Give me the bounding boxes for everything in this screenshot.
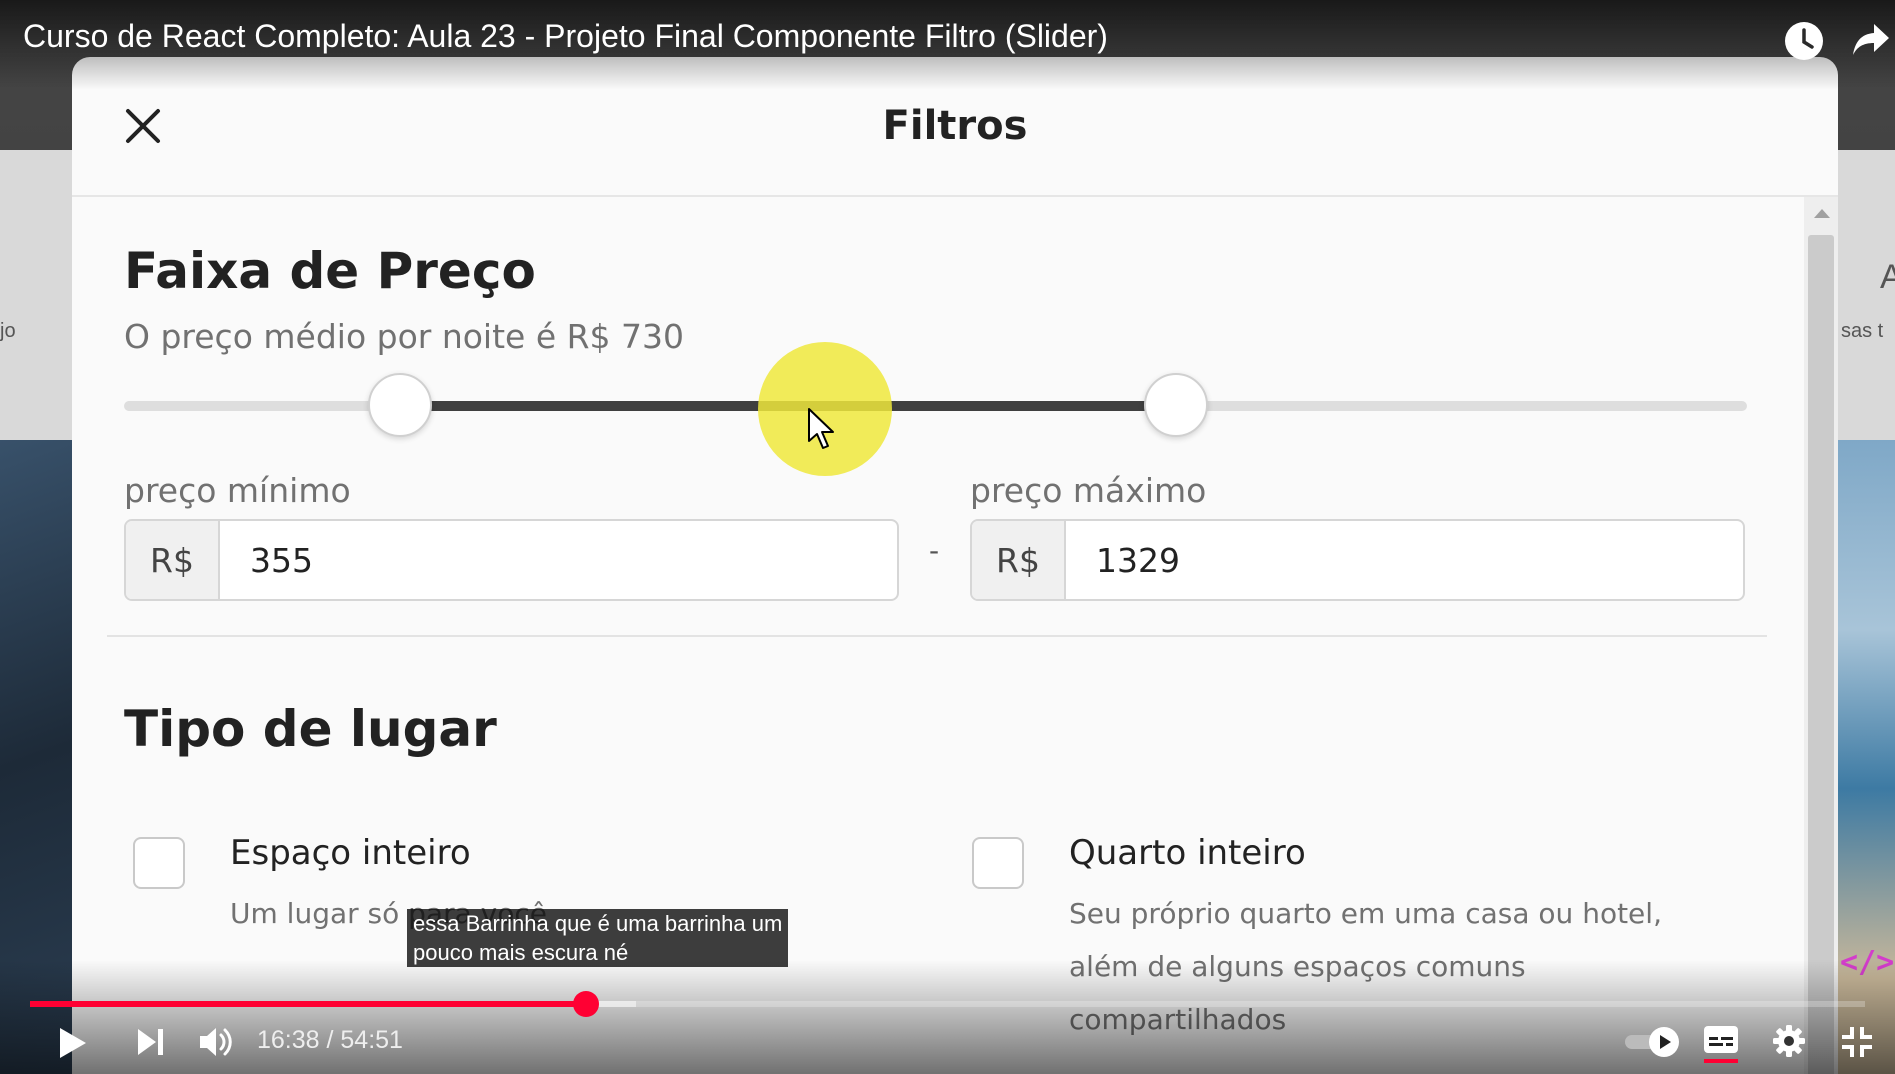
settings-gear-icon[interactable] [1772,1024,1806,1058]
subtitle-caption: essa Barrinha que é uma barrinha um pouc… [407,909,789,967]
min-price-input[interactable] [220,521,895,599]
background-text-left: jo [0,320,16,342]
min-price-field[interactable]: R$ [124,519,899,601]
background-page-left [0,150,72,440]
exit-fullscreen-icon[interactable] [1841,1026,1873,1058]
scroll-up-arrow-icon[interactable] [1814,209,1830,218]
video-title[interactable]: Curso de React Completo: Aula 23 - Proje… [23,18,1108,55]
play-icon[interactable] [58,1026,88,1060]
max-price-input[interactable] [1066,521,1741,599]
entire-place-checkbox[interactable] [133,837,185,889]
price-slider-min-handle[interactable] [367,373,432,437]
section-divider [107,635,1767,637]
subtitles-icon[interactable] [1703,1024,1739,1064]
filters-modal: Filtros Faixa de Preço O preço médio por… [72,57,1838,1074]
share-arrow-icon[interactable] [1851,22,1891,58]
progress-scrubber-handle[interactable] [573,991,599,1017]
place-type-title: Tipo de lugar [124,700,497,758]
price-slider-max-handle[interactable] [1143,373,1208,437]
average-price-text: O preço médio por noite é R$ 730 [124,317,685,356]
private-room-checkbox[interactable] [972,837,1024,889]
volume-icon[interactable] [198,1025,234,1059]
video-frame: jo sas t A Filtros Faixa de Preço O preç… [0,0,1895,1074]
max-price-label: preço máximo [970,471,1207,510]
progress-played [30,1001,586,1007]
modal-title: Filtros [882,103,1028,149]
price-range-title: Faixa de Preço [124,242,536,300]
clock-icon[interactable] [1783,20,1825,62]
autoplay-toggle-icon[interactable] [1623,1026,1681,1058]
min-price-label: preço mínimo [124,471,351,510]
entire-place-label: Espaço inteiro [230,833,471,873]
background-text-right: sas t [1841,320,1884,342]
player-controls [0,960,1895,1074]
currency-prefix: R$ [126,521,220,599]
scrollbar-thumb[interactable] [1808,235,1834,1074]
next-icon[interactable] [136,1027,166,1057]
time-display: 16:38 / 54:51 [257,1026,403,1054]
mouse-cursor-icon [808,408,834,449]
private-room-label: Quarto inteiro [1069,833,1306,873]
caption-line-1: essa Barrinha que é uma barrinha um [413,911,783,936]
max-price-field[interactable]: R$ [970,519,1745,601]
background-letter-right: A [1880,258,1895,296]
player-title-bar: Curso de React Completo: Aula 23 - Proje… [0,0,1895,90]
range-separator: - [929,534,940,567]
currency-prefix: R$ [972,521,1066,599]
